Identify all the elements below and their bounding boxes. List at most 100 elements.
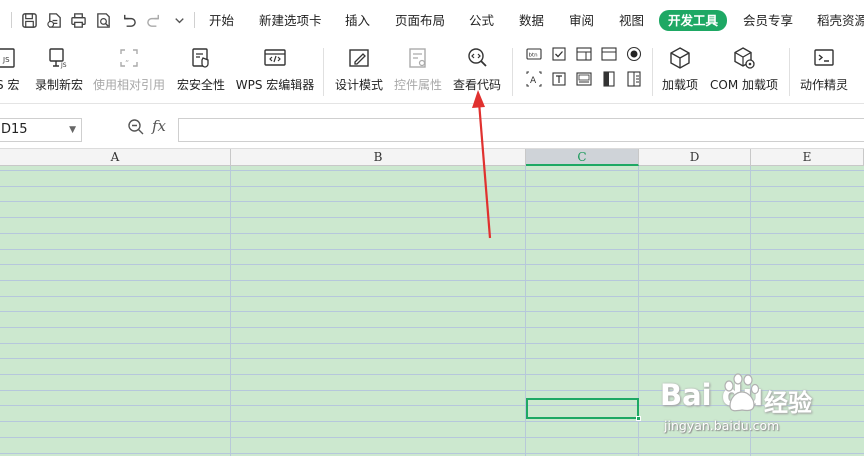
- tab-view[interactable]: 视图: [619, 11, 644, 31]
- relative-reference-label: 使用相对引用: [92, 78, 165, 92]
- menu-bar: 开始 新建选项卡 插入 页面布局 公式 数据 审阅 视图 开发工具 会员专享 稻…: [0, 0, 864, 40]
- name-box-value: D15: [1, 122, 28, 137]
- svg-text:JS: JS: [2, 56, 10, 64]
- export-pdf-icon[interactable]: [45, 11, 63, 29]
- terminal-icon: [810, 44, 838, 72]
- row-gridline: [0, 296, 864, 297]
- checkbox-control-icon[interactable]: [551, 46, 567, 62]
- quick-access-separator: [11, 12, 12, 28]
- chevron-down-icon[interactable]: ▼: [69, 119, 76, 141]
- button-control-icon[interactable]: btn: [526, 46, 542, 62]
- textbox-control-icon[interactable]: [551, 71, 567, 87]
- macro-security-label: 宏安全性: [176, 78, 225, 92]
- row-gridline: [0, 358, 864, 359]
- macro-security-button[interactable]: 宏安全性: [175, 44, 227, 96]
- ribbon-separator: [323, 48, 324, 96]
- paw-icon: [724, 373, 760, 412]
- wps-macro-editor-label: WPS 宏编辑器: [235, 78, 315, 92]
- row-gridline: [0, 186, 864, 187]
- row-gridline: [0, 280, 864, 281]
- active-cell-selection[interactable]: [526, 398, 641, 421]
- tab-new[interactable]: 新建选项卡: [259, 11, 322, 31]
- tab-page-layout[interactable]: 页面布局: [395, 11, 445, 31]
- toggle-control-icon[interactable]: [601, 71, 617, 87]
- shield-icon: [187, 44, 215, 72]
- action-wizard-button[interactable]: 动作精灵: [798, 44, 850, 96]
- svg-text:JS: JS: [60, 62, 67, 69]
- redo-icon[interactable]: [145, 11, 163, 29]
- row-gridline: [0, 249, 864, 250]
- listbox-control-icon[interactable]: [601, 46, 617, 62]
- column-header-row: A B C D E: [0, 148, 864, 166]
- wps-macro-editor-button[interactable]: WPS 宏编辑器: [234, 44, 316, 96]
- fill-handle[interactable]: [636, 416, 641, 421]
- save-icon[interactable]: [20, 11, 38, 29]
- baidu-jingyan-watermark: Bai du 经验 jingyan.baidu.com: [660, 372, 860, 452]
- tab-member[interactable]: 会员专享: [743, 11, 793, 31]
- red-arrow-annotation: [472, 90, 492, 239]
- label-control-text: A: [530, 76, 537, 86]
- com-add-ins-label: COM 加载项: [710, 78, 778, 92]
- row-gridline: [0, 233, 864, 234]
- code-editor-icon: [261, 44, 289, 72]
- row-gridline: [0, 311, 864, 312]
- tab-home[interactable]: 开始: [209, 11, 234, 31]
- row-gridline: [0, 264, 864, 265]
- watermark-url: jingyan.baidu.com: [664, 418, 780, 433]
- add-ins-button[interactable]: 加载项: [661, 44, 699, 96]
- row-gridline: [0, 343, 864, 344]
- column-header-d[interactable]: D: [639, 149, 751, 166]
- print-preview-icon[interactable]: [94, 11, 112, 29]
- tab-insert[interactable]: 插入: [345, 11, 370, 31]
- command-button-control-icon[interactable]: [576, 71, 592, 87]
- row-gridline: [0, 327, 864, 328]
- record-macro-icon: JS: [45, 44, 73, 72]
- com-add-ins-button[interactable]: COM 加载项: [708, 44, 780, 96]
- tab-data[interactable]: 数据: [519, 11, 544, 31]
- zoom-icon[interactable]: [127, 118, 145, 136]
- ribbon-separator: [652, 48, 653, 96]
- record-macro-label: 录制新宏: [34, 78, 83, 92]
- menu-separator: [194, 12, 195, 28]
- control-properties-label: 控件属性: [393, 78, 442, 92]
- undo-icon[interactable]: [119, 11, 137, 29]
- column-header-a[interactable]: A: [0, 149, 231, 166]
- formula-input[interactable]: [178, 118, 864, 142]
- row-gridline: [0, 170, 864, 171]
- ribbon-separator: [512, 48, 513, 96]
- label-control-icon[interactable]: A: [526, 71, 542, 87]
- ribbon-separator: [789, 48, 790, 96]
- name-box[interactable]: D15 ▼: [0, 118, 82, 142]
- action-wizard-label: 动作精灵: [799, 78, 848, 92]
- design-mode-label: 设计模式: [334, 78, 383, 92]
- record-macro-button[interactable]: JS 录制新宏: [33, 44, 85, 96]
- row-gridline: [0, 201, 864, 202]
- row-gridline: [0, 217, 864, 218]
- tab-developer[interactable]: 开发工具: [659, 10, 728, 31]
- radio-control-icon[interactable]: [626, 46, 642, 62]
- js-macro-icon: JS: [0, 44, 20, 72]
- combobox-control-icon[interactable]: [576, 46, 592, 62]
- control-properties-button[interactable]: 控件属性: [392, 44, 444, 96]
- column-header-c[interactable]: C: [526, 149, 639, 166]
- print-icon[interactable]: [69, 11, 87, 29]
- scrollbar-control-icon[interactable]: [626, 71, 642, 87]
- tab-docer[interactable]: 稻壳资源: [817, 11, 864, 31]
- chevron-down-icon[interactable]: [170, 11, 188, 29]
- js-macro-button[interactable]: JS JS 宏: [0, 44, 26, 96]
- svg-text:„: „: [125, 54, 129, 63]
- cube-icon: [666, 44, 694, 72]
- tab-review[interactable]: 审阅: [569, 11, 594, 31]
- design-mode-button[interactable]: 设计模式: [333, 44, 385, 96]
- fx-icon[interactable]: fx: [152, 117, 166, 135]
- relative-reference-button[interactable]: „ 使用相对引用: [92, 44, 166, 96]
- design-mode-icon: [345, 44, 373, 72]
- js-macro-label: JS 宏: [0, 78, 20, 92]
- column-header-e[interactable]: E: [751, 149, 864, 166]
- control-properties-icon: [404, 44, 432, 72]
- row-gridline: [0, 453, 864, 454]
- tab-formulas[interactable]: 公式: [469, 11, 494, 31]
- add-ins-label: 加载项: [661, 78, 698, 92]
- search-code-icon: [463, 44, 491, 72]
- button-control-text: btn: [529, 53, 539, 59]
